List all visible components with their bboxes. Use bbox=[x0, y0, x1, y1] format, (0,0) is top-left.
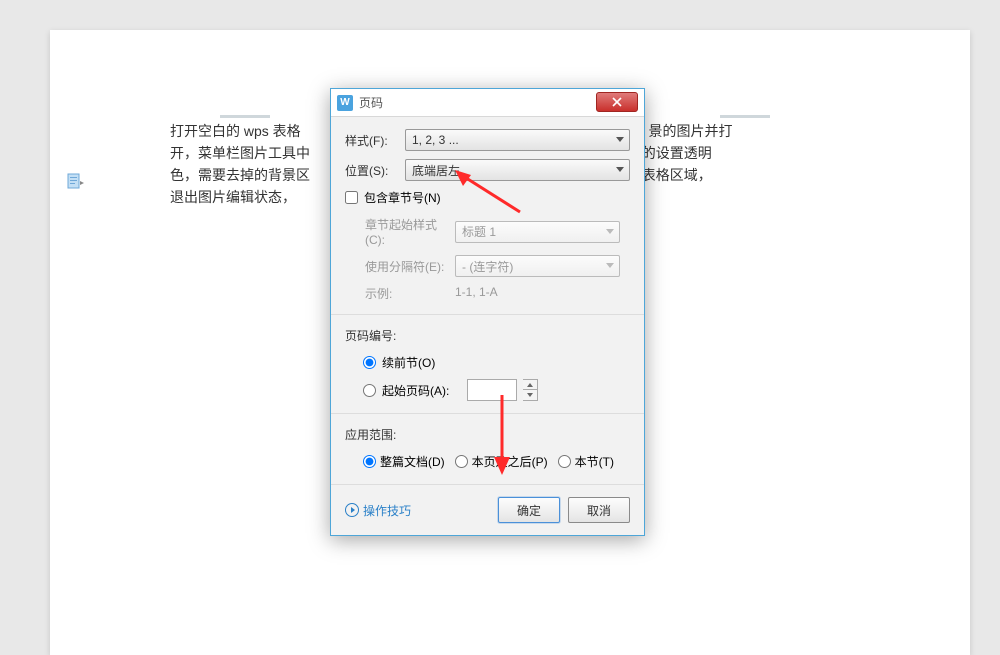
numbering-title: 页码编号: bbox=[345, 327, 630, 344]
style-combo[interactable]: 1, 2, 3 ... bbox=[405, 129, 630, 151]
whole-doc-label: 整篇文档(D) bbox=[380, 453, 445, 470]
ruler-mark-right bbox=[720, 115, 770, 118]
chevron-down-icon bbox=[616, 137, 624, 142]
text-line-4: 退出图片编辑状态， bbox=[170, 189, 296, 205]
start-at-radio[interactable] bbox=[363, 384, 376, 397]
spinner-up[interactable] bbox=[523, 380, 537, 390]
dialog-titlebar[interactable]: W 页码 bbox=[331, 89, 644, 117]
continue-previous-label: 续前节(O) bbox=[382, 354, 435, 371]
cancel-button[interactable]: 取消 bbox=[568, 497, 630, 523]
example-value: 1-1, 1-A bbox=[455, 285, 498, 302]
from-page-radio[interactable] bbox=[455, 455, 468, 468]
chevron-down-icon bbox=[616, 167, 624, 172]
text-line-1a: 打开空白的 wps 表格 bbox=[170, 123, 301, 139]
tips-link[interactable]: 操作技巧 bbox=[345, 502, 411, 519]
ok-button[interactable]: 确定 bbox=[498, 497, 560, 523]
style-label: 样式(F): bbox=[345, 132, 405, 149]
continue-previous-radio[interactable] bbox=[363, 356, 376, 369]
tips-label: 操作技巧 bbox=[363, 502, 411, 519]
dialog-title: 页码 bbox=[359, 94, 383, 111]
separator-label: 使用分隔符(E): bbox=[365, 258, 455, 275]
chevron-down-icon bbox=[606, 229, 614, 234]
chapter-start-value: 标题 1 bbox=[462, 223, 496, 240]
start-at-spinner[interactable] bbox=[523, 379, 538, 401]
page-number-dialog: W 页码 样式(F): 1, 2, 3 ... 位置(S): 底端居左 包含章节… bbox=[330, 88, 645, 536]
this-section-label: 本节(T) bbox=[575, 453, 614, 470]
this-section-radio[interactable] bbox=[558, 455, 571, 468]
from-page-label: 本页及之后(P) bbox=[472, 453, 548, 470]
text-line-3a: 色，需要去掉的背景区 bbox=[170, 167, 310, 183]
app-icon: W bbox=[337, 95, 353, 111]
text-line-1b: 景的图片并打 bbox=[648, 123, 732, 139]
ruler-mark-left bbox=[220, 115, 270, 118]
example-label: 示例: bbox=[365, 285, 455, 302]
chapter-start-combo: 标题 1 bbox=[455, 221, 620, 243]
whole-doc-radio[interactable] bbox=[363, 455, 376, 468]
position-value: 底端居左 bbox=[412, 162, 460, 179]
position-combo[interactable]: 底端居左 bbox=[405, 159, 630, 181]
text-line-2a: 开，菜单栏图片工具中 bbox=[170, 145, 310, 161]
chevron-down-icon bbox=[606, 263, 614, 268]
position-label: 位置(S): bbox=[345, 162, 405, 179]
style-value: 1, 2, 3 ... bbox=[412, 133, 459, 147]
separator-value: - (连字符) bbox=[462, 258, 513, 275]
play-icon bbox=[345, 503, 359, 517]
start-at-label: 起始页码(A): bbox=[382, 382, 449, 399]
start-at-input[interactable] bbox=[467, 379, 517, 401]
separator-combo: - (连字符) bbox=[455, 255, 620, 277]
include-chapter-checkbox[interactable] bbox=[345, 191, 358, 204]
document-marker-icon[interactable] bbox=[65, 172, 85, 192]
chapter-start-label: 章节起始样式(C): bbox=[365, 216, 455, 247]
include-chapter-label: 包含章节号(N) bbox=[364, 189, 441, 206]
spinner-down[interactable] bbox=[523, 390, 537, 400]
close-button[interactable] bbox=[596, 92, 638, 112]
scope-title: 应用范围: bbox=[345, 426, 630, 443]
close-icon bbox=[612, 97, 622, 107]
